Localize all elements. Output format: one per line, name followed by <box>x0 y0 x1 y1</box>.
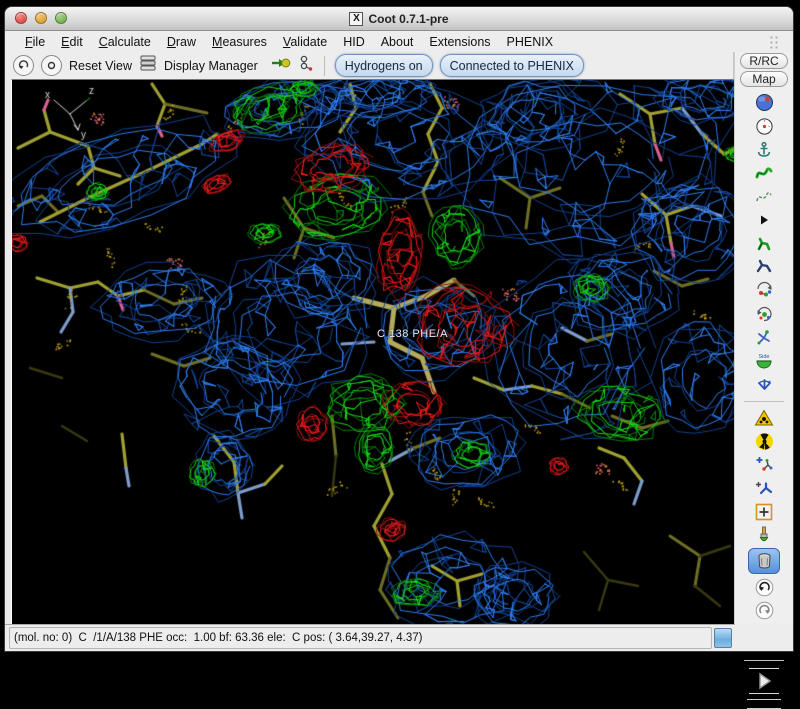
side-label: Side <box>758 354 769 360</box>
redo-icon[interactable] <box>752 600 776 621</box>
reset-view-button[interactable]: Reset View <box>69 59 132 73</box>
rotamer-icon[interactable] <box>752 304 776 325</box>
play-small-icon[interactable] <box>752 210 776 231</box>
rotate-residue-icon[interactable] <box>752 280 776 301</box>
phenix-status-button[interactable]: Connected to PHENIX <box>440 54 584 77</box>
residue-green-icon[interactable] <box>752 233 776 254</box>
edit-chi-icon[interactable] <box>752 327 776 348</box>
scrollbar-thumb[interactable] <box>714 628 732 648</box>
right-sidebar: R/RC Map <box>734 52 793 625</box>
status-text: (mol. no: 0) C /1/A/138 PHE occ: 1.00 bf… <box>14 632 422 644</box>
display-manager-button[interactable]: Display Manager <box>164 59 258 73</box>
title-bar[interactable]: X Coot 0.7.1-pre <box>5 7 793 31</box>
delete-icon[interactable] <box>748 548 780 574</box>
add-atom-icon[interactable] <box>752 454 776 475</box>
menu-draw[interactable]: Draw <box>159 33 204 51</box>
x11-icon: X <box>349 12 363 26</box>
menu-bar: FileEditCalculateDrawMeasuresValidateHID… <box>5 31 793 53</box>
menu-calculate[interactable]: Calculate <box>91 33 159 51</box>
side-hemisphere-icon[interactable]: Side <box>752 351 776 372</box>
menu-validate[interactable]: Validate <box>275 33 335 51</box>
radiation-icon[interactable] <box>752 431 776 452</box>
sidebar-separator <box>744 401 784 402</box>
rc-button[interactable]: R/RC <box>740 53 788 69</box>
target-icon[interactable] <box>41 55 62 76</box>
menu-grip-handle[interactable] <box>769 35 779 49</box>
toolbar-separator <box>324 56 325 76</box>
gl-canvas-frame: C 138 PHE/A <box>11 79 734 625</box>
flip-icon[interactable] <box>752 374 776 395</box>
brush-icon[interactable] <box>752 525 776 546</box>
status-corner <box>735 625 793 651</box>
add-residue-box-icon[interactable] <box>752 501 776 522</box>
curved-arrow-icon[interactable] <box>13 55 34 76</box>
menu-hid[interactable]: HID <box>335 33 373 51</box>
atom-label: C 138 PHE/A <box>377 328 448 340</box>
hydrogens-toggle-button[interactable]: Hydrogens on <box>335 54 433 77</box>
menu-extensions[interactable]: Extensions <box>421 33 498 51</box>
ligand-builder-icon[interactable] <box>298 55 314 77</box>
menu-about[interactable]: About <box>373 33 422 51</box>
map-button[interactable]: Map <box>740 71 788 87</box>
status-bar: (mol. no: 0) C /1/A/138 PHE occ: 1.00 bf… <box>5 624 735 651</box>
molecular-viewport[interactable] <box>12 80 739 624</box>
clock-icon[interactable] <box>752 116 776 137</box>
chain-green-icon[interactable] <box>752 163 776 184</box>
expand-play-icon[interactable] <box>749 668 779 694</box>
window-title: Coot 0.7.1-pre <box>368 12 448 26</box>
menu-edit[interactable]: Edit <box>53 33 91 51</box>
undo-icon[interactable] <box>752 577 776 598</box>
anchor-icon[interactable] <box>752 139 776 160</box>
hazard-triangle-icon[interactable] <box>752 407 776 428</box>
handle-lines[interactable] <box>747 699 781 709</box>
menu-phenix[interactable]: PHENIX <box>499 33 562 51</box>
chain-outline-icon[interactable] <box>752 186 776 207</box>
menu-file[interactable]: File <box>17 33 53 51</box>
display-manager-icon[interactable] <box>139 55 157 76</box>
residue-dark-icon[interactable] <box>752 257 776 278</box>
main-toolbar: Reset View Display Manager Hydrogens on … <box>5 52 734 79</box>
globe-icon[interactable] <box>752 92 776 113</box>
coot-window: X Coot 0.7.1-pre FileEditCalculateDrawMe… <box>4 6 794 652</box>
go-to-ligand-icon[interactable] <box>271 56 291 75</box>
sidebar-separator <box>744 660 784 661</box>
menu-measures[interactable]: Measures <box>204 33 275 51</box>
add-terminal-icon[interactable] <box>752 478 776 499</box>
